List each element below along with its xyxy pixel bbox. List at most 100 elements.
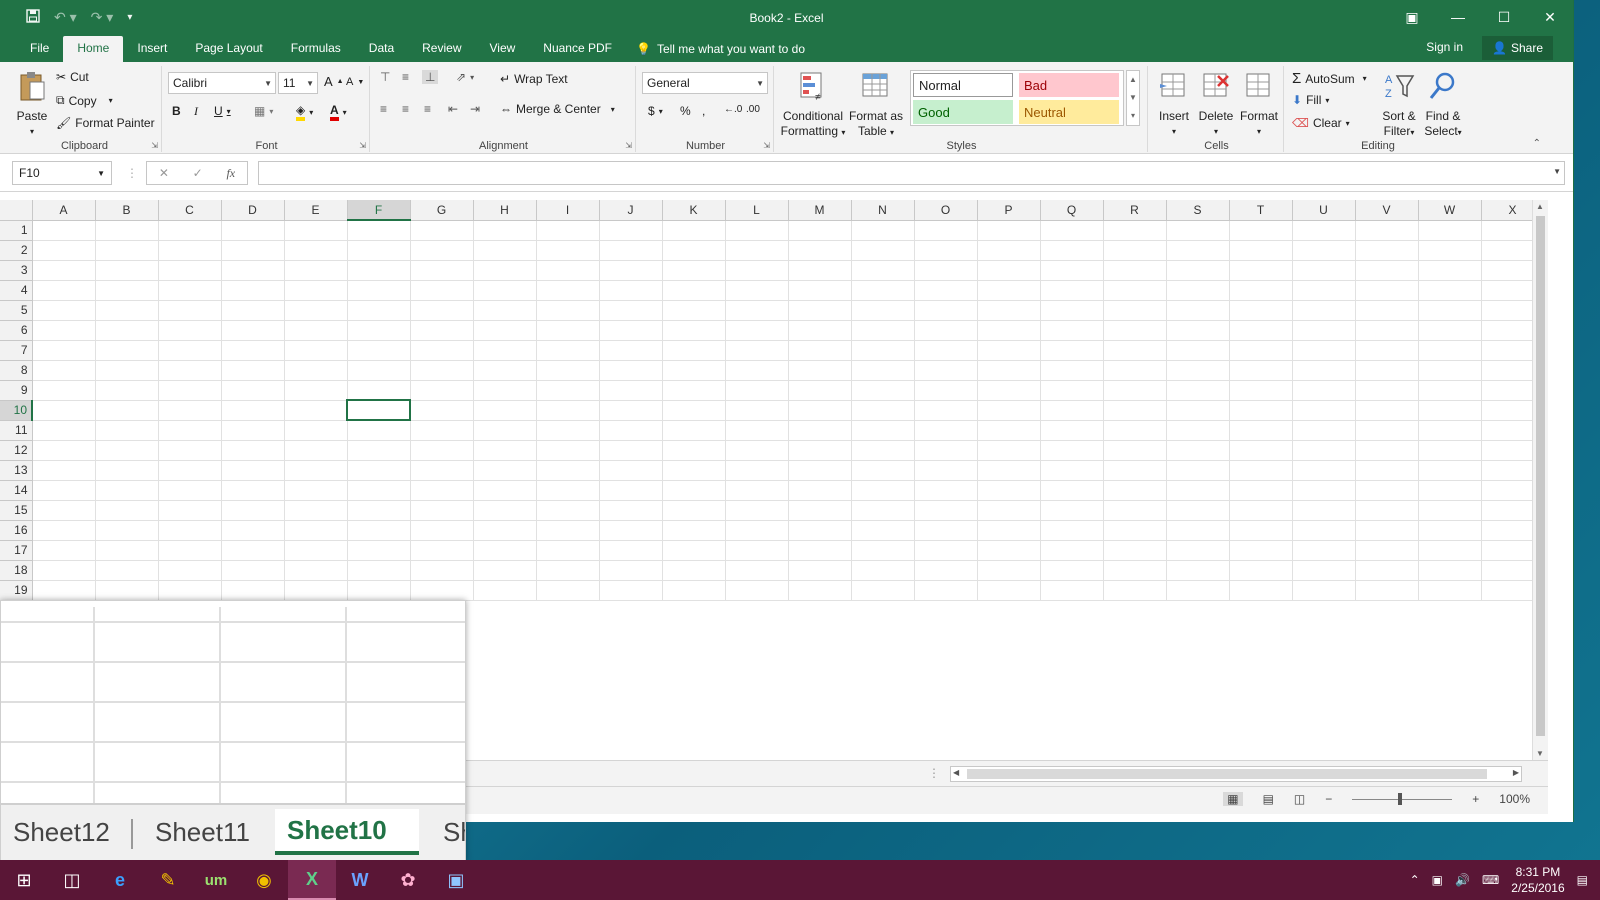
cell[interactable] (1103, 240, 1167, 261)
column-header[interactable]: C (158, 200, 222, 221)
cell[interactable] (1040, 560, 1104, 581)
cell[interactable] (725, 500, 789, 521)
sort-filter-button[interactable]: AZ Sort & Filter▾ (1378, 70, 1420, 140)
cell[interactable] (725, 320, 789, 341)
cell[interactable] (158, 520, 222, 541)
cell[interactable] (1229, 300, 1293, 321)
cell[interactable] (662, 240, 726, 261)
cell[interactable] (725, 380, 789, 401)
cell[interactable] (536, 240, 600, 261)
cell[interactable] (473, 460, 537, 481)
cell[interactable] (1166, 260, 1230, 281)
cell[interactable] (284, 580, 348, 601)
cancel-entry-icon[interactable]: ✕ (159, 166, 169, 180)
cell[interactable] (347, 260, 411, 281)
cell[interactable] (410, 420, 474, 441)
font-color-icon[interactable]: A ▾ (330, 103, 347, 121)
horizontal-scrollbar[interactable]: ◀ ▶ (950, 766, 1522, 782)
cell[interactable] (158, 580, 222, 601)
cell[interactable] (284, 260, 348, 281)
cell[interactable] (158, 480, 222, 501)
cell[interactable] (1418, 220, 1482, 241)
cell[interactable] (1355, 540, 1419, 561)
cell[interactable] (977, 360, 1041, 381)
cell[interactable] (158, 500, 222, 521)
cell[interactable] (347, 520, 411, 541)
cell[interactable] (662, 260, 726, 281)
cell[interactable] (914, 460, 978, 481)
cell[interactable] (1040, 340, 1104, 361)
cell[interactable] (977, 220, 1041, 241)
cell[interactable] (1355, 260, 1419, 281)
cell[interactable] (1040, 400, 1104, 421)
cell[interactable] (32, 440, 96, 461)
cell[interactable] (1103, 580, 1167, 601)
clipboard-launcher-icon[interactable]: ⇲ (151, 141, 158, 150)
cell[interactable] (1418, 500, 1482, 521)
zoom-slider-thumb[interactable] (1398, 792, 1403, 805)
cell[interactable] (1292, 580, 1356, 601)
cell[interactable] (851, 260, 915, 281)
cell[interactable] (1103, 220, 1167, 241)
cell[interactable] (1166, 380, 1230, 401)
cell[interactable] (473, 400, 537, 421)
copy-button[interactable]: ⧉ Copy ▾ (56, 93, 113, 108)
cell[interactable] (1166, 420, 1230, 441)
cell[interactable] (977, 520, 1041, 541)
page-layout-view-icon[interactable]: ▤ (1263, 792, 1274, 806)
cell[interactable] (851, 280, 915, 301)
cell[interactable] (1418, 580, 1482, 601)
cell[interactable] (95, 540, 159, 561)
cell[interactable] (536, 560, 600, 581)
cell[interactable] (662, 580, 726, 601)
cell[interactable] (914, 540, 978, 561)
cell[interactable] (1355, 240, 1419, 261)
cell[interactable] (1229, 380, 1293, 401)
conditional-formatting-button[interactable]: ≠ Conditional Formatting ▾ (780, 70, 846, 140)
find-select-button[interactable]: Find & Select▾ (1422, 70, 1464, 140)
normal-view-icon[interactable]: ▦ (1223, 792, 1243, 806)
cell[interactable] (284, 500, 348, 521)
fill-button[interactable]: ⬇ Fill ▾ (1292, 93, 1329, 107)
cell[interactable] (1418, 300, 1482, 321)
number-format-select[interactable]: General ▼ (642, 72, 768, 94)
cell[interactable] (914, 300, 978, 321)
increase-indent-icon[interactable]: ⇥ (470, 102, 480, 116)
cell[interactable] (221, 480, 285, 501)
task-view-icon[interactable]: ◫ (48, 860, 96, 900)
clear-button[interactable]: ⌫ Clear ▾ (1292, 116, 1350, 130)
cell[interactable] (851, 320, 915, 341)
cell[interactable] (536, 580, 600, 601)
cell[interactable] (1040, 240, 1104, 261)
cell[interactable] (221, 360, 285, 381)
cell[interactable] (1229, 400, 1293, 421)
cell[interactable] (1040, 300, 1104, 321)
cell[interactable] (158, 240, 222, 261)
cell[interactable] (473, 440, 537, 461)
zoom-in-icon[interactable]: + (1472, 792, 1479, 806)
cell[interactable] (1103, 540, 1167, 561)
cell[interactable] (725, 420, 789, 441)
tab-insert[interactable]: Insert (123, 36, 181, 62)
cell[interactable] (473, 300, 537, 321)
cell[interactable] (1166, 400, 1230, 421)
font-launcher-icon[interactable]: ⇲ (359, 141, 366, 150)
cell[interactable] (410, 320, 474, 341)
cell[interactable] (1103, 260, 1167, 281)
cell[interactable] (788, 260, 852, 281)
cell[interactable] (662, 280, 726, 301)
decrease-decimal-icon[interactable]: .00 (746, 104, 760, 115)
column-header[interactable]: G (410, 200, 474, 221)
cell[interactable] (1166, 300, 1230, 321)
cell[interactable] (1103, 480, 1167, 501)
cell[interactable] (1355, 480, 1419, 501)
cell[interactable] (977, 300, 1041, 321)
cell[interactable] (662, 500, 726, 521)
cell[interactable] (1355, 320, 1419, 341)
cell[interactable] (32, 260, 96, 281)
cell[interactable] (662, 300, 726, 321)
cell[interactable] (1292, 340, 1356, 361)
cell[interactable] (662, 340, 726, 361)
cell[interactable] (977, 540, 1041, 561)
cell[interactable] (977, 500, 1041, 521)
